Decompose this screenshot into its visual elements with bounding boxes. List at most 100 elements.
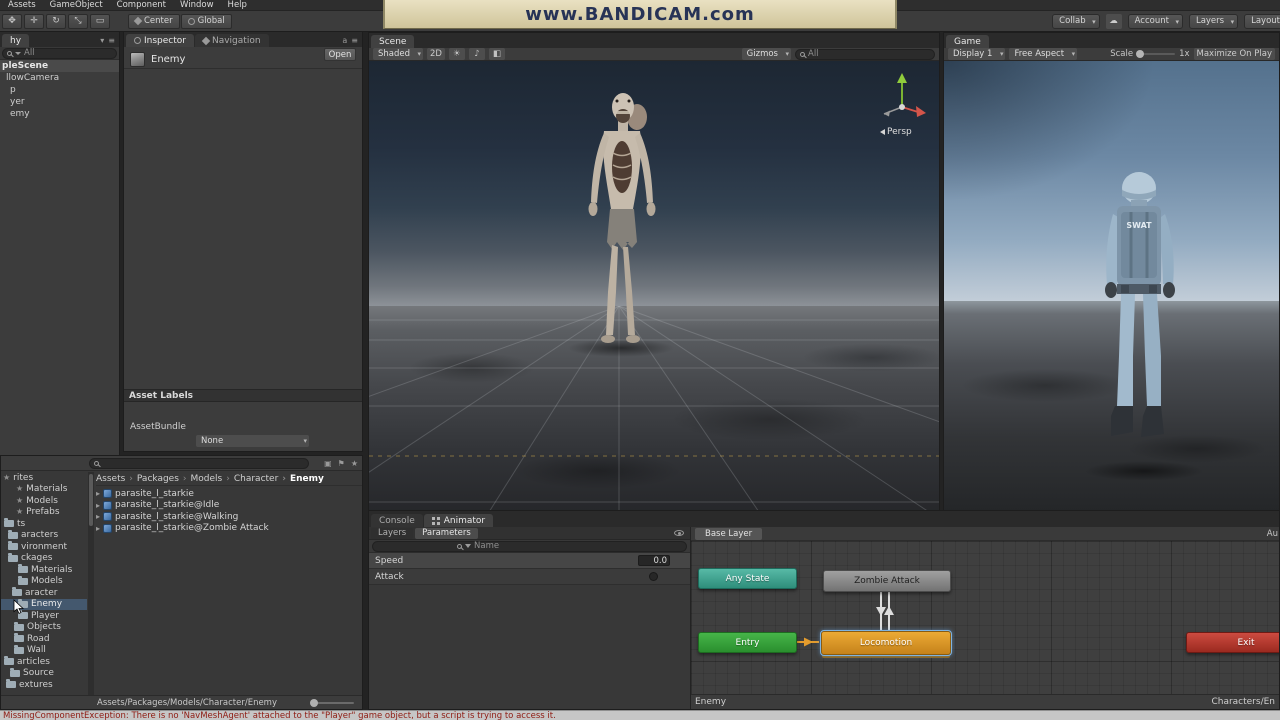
- hierarchy-item[interactable]: llowCamera: [0, 72, 119, 84]
- tab-navigation[interactable]: Navigation: [194, 34, 269, 47]
- layout-dropdown[interactable]: Layout: [1244, 13, 1280, 29]
- parameter-row-attack[interactable]: Attack: [369, 569, 690, 585]
- breadcrumb-item[interactable]: Character: [222, 474, 278, 484]
- move-tool-button[interactable]: ✛: [24, 13, 44, 29]
- file-item[interactable]: ▸ parasite_l_starkie@Walking: [96, 511, 362, 523]
- expand-arrow-icon[interactable]: ▸: [96, 489, 100, 498]
- file-item[interactable]: ▸ parasite_l_starkie@Idle: [96, 500, 362, 512]
- tree-item[interactable]: aracters: [1, 529, 87, 542]
- tab-inspector[interactable]: Inspector: [126, 34, 194, 47]
- parameter-row-speed[interactable]: Speed 0.0: [369, 553, 690, 569]
- menu-item-component[interactable]: Component: [117, 0, 166, 10]
- save-search-icon[interactable]: ★: [351, 459, 358, 468]
- menu-item-assets[interactable]: Assets: [8, 0, 36, 10]
- pivot-mode-button[interactable]: Center: [128, 13, 180, 29]
- state-node-zombie-attack[interactable]: Zombie Attack: [823, 570, 951, 592]
- scale-slider-knob[interactable]: [1136, 50, 1145, 58]
- collab-dropdown[interactable]: Collab: [1052, 13, 1100, 29]
- draw-mode-dropdown[interactable]: Shaded: [373, 48, 424, 60]
- aspect-dropdown[interactable]: Free Aspect: [1009, 48, 1078, 60]
- state-node-exit[interactable]: Exit: [1186, 632, 1279, 653]
- state-node-locomotion[interactable]: Locomotion: [820, 630, 952, 656]
- parameter-search-input[interactable]: Name: [372, 540, 687, 552]
- rect-tool-button[interactable]: ▭: [90, 13, 110, 29]
- tree-item[interactable]: ★ Materials: [1, 484, 87, 496]
- tab-scene[interactable]: Scene: [371, 35, 415, 48]
- animator-graph-canvas[interactable]: Any State Zombie Attack Entry Locomotion…: [691, 541, 1279, 694]
- tree-item-character[interactable]: aracter: [1, 587, 87, 599]
- audio-toggle[interactable]: ♪: [468, 48, 485, 60]
- account-dropdown[interactable]: Account: [1127, 13, 1183, 29]
- hierarchy-item-scene[interactable]: pleScene: [0, 60, 119, 72]
- maximize-on-play-toggle[interactable]: Maximize On Play: [1193, 48, 1275, 60]
- scene-viewport[interactable]: Persp: [369, 61, 939, 510]
- base-layer-tab[interactable]: Base Layer: [695, 527, 763, 540]
- asset-labels-header[interactable]: Asset Labels: [124, 389, 362, 402]
- project-search-input[interactable]: [89, 457, 309, 469]
- tree-item-favorites[interactable]: ★ rites: [1, 472, 87, 484]
- 2d-toggle[interactable]: 2D: [427, 48, 445, 60]
- lighting-toggle[interactable]: ☀: [448, 48, 465, 60]
- gizmos-dropdown[interactable]: Gizmos: [741, 48, 791, 60]
- tree-item-assets[interactable]: ts: [1, 518, 87, 530]
- tree-item[interactable]: Wall: [1, 644, 87, 657]
- tab-game[interactable]: Game: [946, 35, 989, 48]
- file-item[interactable]: ▸ parasite_l_starkie: [96, 488, 362, 500]
- thumbnail-zoom-slider[interactable]: [310, 698, 354, 707]
- tree-item[interactable]: ★ Prefabs: [1, 507, 87, 519]
- expand-arrow-icon[interactable]: ▸: [96, 524, 100, 533]
- scale-slider[interactable]: [1136, 50, 1176, 58]
- attack-trigger-radio[interactable]: [649, 572, 658, 581]
- hand-tool-button[interactable]: ✥: [2, 13, 22, 29]
- tree-item[interactable]: Materials: [1, 564, 87, 576]
- tree-item[interactable]: Objects: [1, 621, 87, 634]
- menu-item-gameobject[interactable]: GameObject: [50, 0, 103, 10]
- tree-item[interactable]: articles: [1, 656, 87, 668]
- panel-menu-icon[interactable]: ≡: [108, 36, 115, 45]
- tree-item[interactable]: vironment: [1, 541, 87, 553]
- eye-icon[interactable]: [674, 530, 684, 536]
- hierarchy-item[interactable]: p: [0, 84, 119, 96]
- tree-item[interactable]: Road: [1, 633, 87, 645]
- tree-scrollbar-thumb[interactable]: [89, 474, 93, 526]
- expand-arrow-icon[interactable]: ▸: [96, 501, 100, 510]
- zombie-character[interactable]: [566, 87, 676, 352]
- hierarchy-search-input[interactable]: All: [2, 47, 117, 59]
- tab-hierarchy[interactable]: hy: [2, 34, 30, 47]
- tree-item[interactable]: ★ Models: [1, 495, 87, 507]
- speed-value-field[interactable]: 0.0: [638, 555, 670, 566]
- layers-dropdown[interactable]: Layers: [1188, 13, 1239, 29]
- panel-menu-icon[interactable]: ≡: [351, 36, 358, 45]
- cloud-button[interactable]: ☁: [1105, 13, 1122, 29]
- breadcrumb-item-current[interactable]: Enemy: [278, 474, 324, 484]
- hierarchy-item[interactable]: emy: [0, 108, 119, 120]
- state-node-entry[interactable]: Entry: [698, 632, 797, 653]
- menu-item-help[interactable]: Help: [228, 0, 247, 10]
- tree-item[interactable]: Source: [1, 667, 87, 680]
- lock-icon[interactable]: ▾: [100, 36, 104, 45]
- state-node-any-state[interactable]: Any State: [698, 568, 797, 589]
- tab-console[interactable]: Console: [371, 514, 423, 527]
- tree-scrollbar[interactable]: [88, 472, 94, 695]
- persp-label[interactable]: Persp: [880, 127, 912, 137]
- hierarchy-item[interactable]: yer: [0, 96, 119, 108]
- space-mode-button[interactable]: Global: [180, 13, 232, 29]
- scene-search-input[interactable]: All: [795, 48, 935, 60]
- breadcrumb-item[interactable]: Models: [179, 474, 223, 484]
- breadcrumb-item[interactable]: Assets: [96, 474, 125, 484]
- search-by-label-icon[interactable]: ⚑: [338, 459, 345, 468]
- breadcrumb-item[interactable]: Packages: [125, 474, 179, 484]
- tree-item[interactable]: extures: [1, 679, 87, 691]
- layers-tab-button[interactable]: Layers: [371, 527, 414, 539]
- tree-item[interactable]: Models: [1, 575, 87, 588]
- tab-animator[interactable]: Animator: [423, 514, 494, 527]
- search-by-type-icon[interactable]: ▣: [324, 459, 332, 468]
- lock-icon[interactable]: a: [342, 36, 347, 45]
- expand-arrow-icon[interactable]: ▸: [96, 512, 100, 521]
- tree-item[interactable]: ckages: [1, 552, 87, 565]
- file-item[interactable]: ▸ parasite_l_starkie@Zombie Attack: [96, 523, 362, 535]
- assetbundle-dropdown[interactable]: None: [196, 435, 309, 447]
- open-button[interactable]: Open: [324, 48, 356, 61]
- scene-orientation-gizmo[interactable]: [874, 69, 930, 125]
- rotate-tool-button[interactable]: ↻: [46, 13, 66, 29]
